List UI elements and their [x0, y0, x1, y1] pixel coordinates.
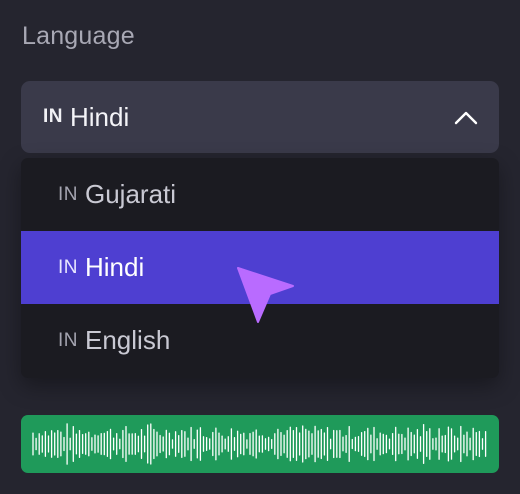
- language-dropdown: IN Gujarati IN Hindi IN English: [21, 158, 499, 378]
- selected-country-code: IN: [43, 106, 63, 127]
- option-label: Hindi: [85, 252, 145, 282]
- audio-waveform[interactable]: [21, 415, 499, 473]
- chevron-up-icon[interactable]: [453, 105, 479, 131]
- option-english[interactable]: IN English: [21, 304, 499, 377]
- option-hindi[interactable]: IN Hindi: [21, 231, 499, 304]
- option-country-code: IN: [58, 329, 78, 351]
- option-country-code: IN: [58, 183, 78, 205]
- language-select[interactable]: IN Hindi: [21, 81, 499, 153]
- language-settings-panel: Language IN Hindi IN Gujarati IN Hindi I…: [0, 0, 520, 494]
- waveform-icon: [32, 423, 487, 465]
- option-country-code: IN: [58, 256, 78, 278]
- option-gujarati[interactable]: IN Gujarati: [21, 158, 499, 231]
- option-label: English: [85, 325, 171, 355]
- option-label: Gujarati: [85, 179, 177, 209]
- selected-language-label: Hindi: [70, 101, 130, 132]
- language-label: Language: [22, 22, 135, 50]
